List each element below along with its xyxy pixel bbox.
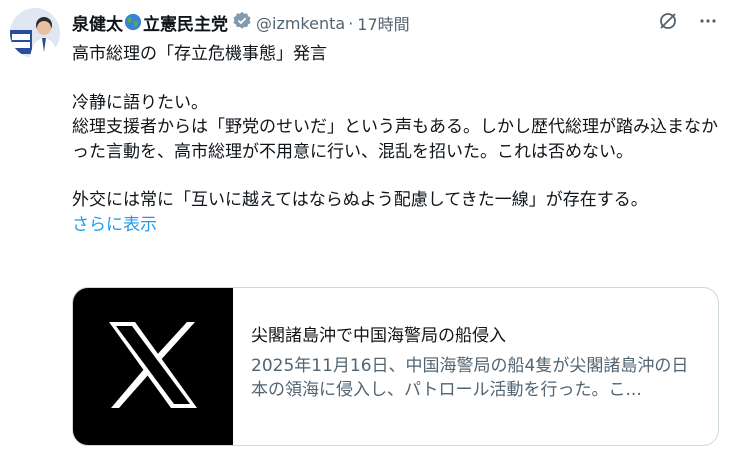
avatar[interactable] — [10, 8, 60, 58]
display-name[interactable]: 泉健太 立憲民主党 — [72, 10, 228, 37]
tweet-line-1: 冷静に語りたい。 — [72, 92, 208, 113]
card-thumbnail — [73, 288, 233, 445]
handle[interactable]: @izmkenta — [256, 14, 345, 33]
link-card[interactable]: 尖閣諸島沖で中国海警局の船侵入 2025年11月16日、中国海警局の船4隻が尖閣… — [72, 287, 719, 446]
card-text: 尖閣諸島沖で中国海警局の船侵入 2025年11月16日、中国海警局の船4隻が尖閣… — [233, 288, 718, 445]
show-more-link[interactable]: さらに表示 — [72, 213, 722, 238]
grok-icon[interactable] — [657, 10, 679, 32]
globe-icon — [124, 13, 142, 36]
verified-badge-icon — [232, 11, 252, 36]
header-actions — [657, 10, 719, 32]
display-name-prefix: 泉健太 — [72, 14, 123, 35]
timestamp[interactable]: 17時間 — [357, 11, 409, 35]
card-description: 2025年11月16日、中国海警局の船4隻が尖閣諸島沖の日本の領海に侵入し、パト… — [251, 356, 689, 400]
tweet-text: 高市総理の「存立危機事態」発言 冷静に語りたい。 総理支援者からは「野党のせいだ… — [72, 42, 722, 237]
tweet[interactable]: 泉健太 立憲民主党 @izmkenta · 17時間 高市総理の「存立危機事態」発… — [0, 0, 735, 457]
tweet-line-2: 総理支援者からは「野党のせいだ」という声もある。しかし歴代総理が踏み込まなかった… — [72, 117, 718, 162]
more-icon[interactable] — [697, 10, 719, 32]
card-title: 尖閣諸島沖で中国海警局の船侵入 — [251, 326, 506, 346]
separator: · — [348, 13, 354, 33]
x-logo-icon — [105, 320, 201, 414]
tweet-header: 泉健太 立憲民主党 @izmkenta · 17時間 — [72, 10, 723, 36]
display-name-suffix: 立憲民主党 — [143, 14, 228, 35]
tweet-line-3: 外交には常に「互いに越えてはならぬよう配慮してきた一線」が存在する。 — [72, 190, 648, 210]
tweet-line-title: 高市総理の「存立危機事態」発言 — [72, 44, 327, 64]
